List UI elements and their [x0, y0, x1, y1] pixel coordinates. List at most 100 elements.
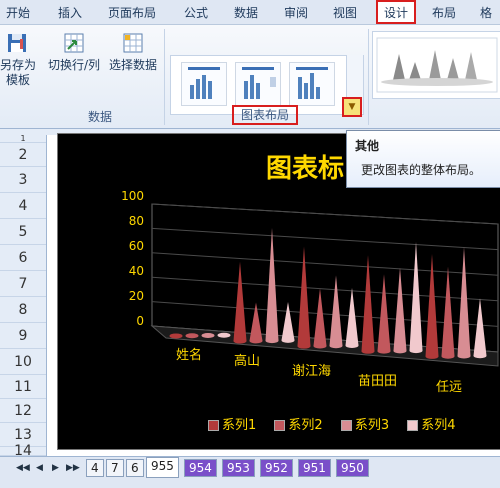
row-header[interactable]: 5 — [0, 219, 46, 245]
select-data-button[interactable]: 选择数据 — [104, 31, 162, 73]
tab-formulas[interactable]: 公式 — [184, 4, 208, 21]
sheet-tab[interactable]: 954 — [184, 459, 217, 477]
legend-label: 系列2 — [288, 418, 323, 433]
sheet-tab[interactable]: 4 — [86, 459, 104, 477]
legend-swatch — [340, 420, 352, 431]
sheet-tab[interactable]: 950 — [336, 459, 369, 477]
row-header[interactable]: 14 — [0, 444, 46, 458]
y-tick-label: 100 — [121, 189, 144, 203]
data-cone[interactable] — [425, 254, 439, 357]
last-sheet-icon[interactable]: ▶▶ — [66, 463, 80, 473]
sheet-tab[interactable]: 951 — [298, 459, 331, 477]
tab-design[interactable]: 设计 — [376, 0, 417, 24]
row-header[interactable]: 3 — [0, 167, 46, 193]
x-category-label: 姓名 — [176, 348, 203, 363]
chart-layout-thumb-3[interactable] — [289, 62, 335, 106]
next-sheet-icon[interactable]: ▶ — [52, 463, 59, 473]
more-dropdown-icon: ▼ — [348, 102, 356, 112]
tab-review[interactable]: 审阅 — [284, 4, 308, 21]
select-data-label: 选择数据 — [108, 58, 157, 72]
data-cone[interactable] — [473, 298, 487, 356]
tab-home[interactable]: 开始 — [6, 4, 30, 21]
sheet-tab[interactable]: 6 — [126, 459, 144, 477]
group-separator — [164, 29, 165, 125]
data-cone-base — [281, 337, 295, 343]
row-header[interactable]: 12 — [0, 399, 46, 423]
chart-layout-3-icon — [296, 67, 328, 99]
legend-label: 系列4 — [421, 418, 456, 433]
data-cone-base — [185, 333, 199, 339]
data-cone[interactable] — [409, 241, 423, 351]
data-cone[interactable] — [265, 227, 279, 341]
data-cone-base — [329, 343, 343, 349]
group-separator — [368, 29, 369, 125]
gridline — [151, 227, 499, 251]
data-cone[interactable] — [361, 255, 375, 352]
legend-item: 系列4 — [407, 414, 456, 433]
data-cone[interactable] — [233, 261, 247, 342]
chart-layout-thumb-1[interactable] — [181, 62, 227, 106]
data-cone-base — [297, 343, 311, 349]
tab-insert[interactable]: 插入 — [58, 4, 82, 21]
tab-layout[interactable]: 布局 — [432, 4, 456, 21]
prev-sheet-icon[interactable]: ◀ — [36, 463, 43, 473]
tab-format[interactable]: 格 — [480, 4, 492, 21]
legend-swatch — [274, 420, 286, 431]
row-header[interactable]: 11 — [0, 375, 46, 399]
data-cone-base — [409, 348, 423, 354]
data-cone[interactable] — [313, 288, 327, 346]
data-cone[interactable] — [297, 246, 311, 347]
row-header[interactable]: 10 — [0, 349, 46, 375]
row-header[interactable]: 4 — [0, 193, 46, 219]
tooltip-title: 其他 — [355, 139, 380, 153]
sheet-tab[interactable]: 7 — [106, 459, 124, 477]
chart-layout-1-icon — [188, 67, 220, 99]
data-cone[interactable] — [441, 266, 455, 357]
sheet-tab[interactable]: 953 — [222, 459, 255, 477]
y-tick-label: 60 — [128, 239, 144, 253]
data-cone[interactable] — [377, 274, 391, 352]
switch-row-column-label: 切换行/列 — [47, 58, 101, 72]
legend-label: 系列1 — [222, 418, 257, 433]
data-cone[interactable] — [457, 247, 471, 356]
sheet-tab[interactable]: 952 — [260, 459, 293, 477]
row-header[interactable]: 2 — [0, 143, 46, 167]
data-cone-base — [377, 348, 391, 354]
gridline — [151, 252, 499, 276]
tab-page-layout[interactable]: 页面布局 — [108, 4, 156, 21]
group-data-label: 数据 — [88, 110, 113, 124]
data-cone-base — [361, 348, 375, 354]
x-category-label: 高山 — [234, 354, 261, 369]
ribbon-body: 另存为 模板 切换行/列 选择数据 数据 ▼ 图表布局 — [0, 25, 500, 129]
row-header[interactable]: 9 — [0, 323, 46, 349]
first-sheet-icon[interactable]: ◀◀ — [16, 463, 30, 473]
tab-view[interactable]: 视图 — [333, 4, 357, 21]
group-chart-layout-text: 图表布局 — [240, 108, 289, 122]
data-cone[interactable] — [329, 275, 343, 346]
select-data-icon — [123, 33, 143, 53]
data-cone-base — [393, 348, 407, 354]
data-cone[interactable] — [281, 302, 295, 341]
tooltip-description: 更改图表的整体布局。 — [361, 163, 482, 177]
row-header[interactable]: 7 — [0, 271, 46, 297]
data-cone[interactable] — [249, 302, 263, 341]
chart-legend[interactable]: 系列1 系列2 系列3 系列4 — [208, 414, 470, 433]
row-header[interactable]: 1 — [0, 135, 46, 143]
data-cone-base — [313, 343, 327, 349]
row-header[interactable]: 8 — [0, 297, 46, 323]
y-tick-label: 0 — [136, 314, 144, 328]
chart-layout-thumb-2[interactable] — [235, 62, 281, 106]
data-cone-base — [217, 332, 231, 338]
data-cone[interactable] — [393, 267, 407, 351]
data-cone-base — [441, 353, 455, 359]
save-as-template-button[interactable]: 另存为 模板 — [0, 31, 36, 88]
switch-row-column-button[interactable]: 切换行/列 — [44, 31, 104, 73]
legend-item: 系列1 — [208, 414, 256, 433]
tab-data[interactable]: 数据 — [234, 4, 258, 21]
y-tick-label: 80 — [128, 214, 144, 228]
row-header[interactable]: 6 — [0, 245, 46, 271]
sheet-tab-active[interactable]: 955 — [146, 457, 179, 478]
chart-style-gallery[interactable] — [372, 31, 500, 99]
data-cone-base — [457, 353, 471, 359]
layout-more-button[interactable]: ▼ — [342, 97, 362, 117]
